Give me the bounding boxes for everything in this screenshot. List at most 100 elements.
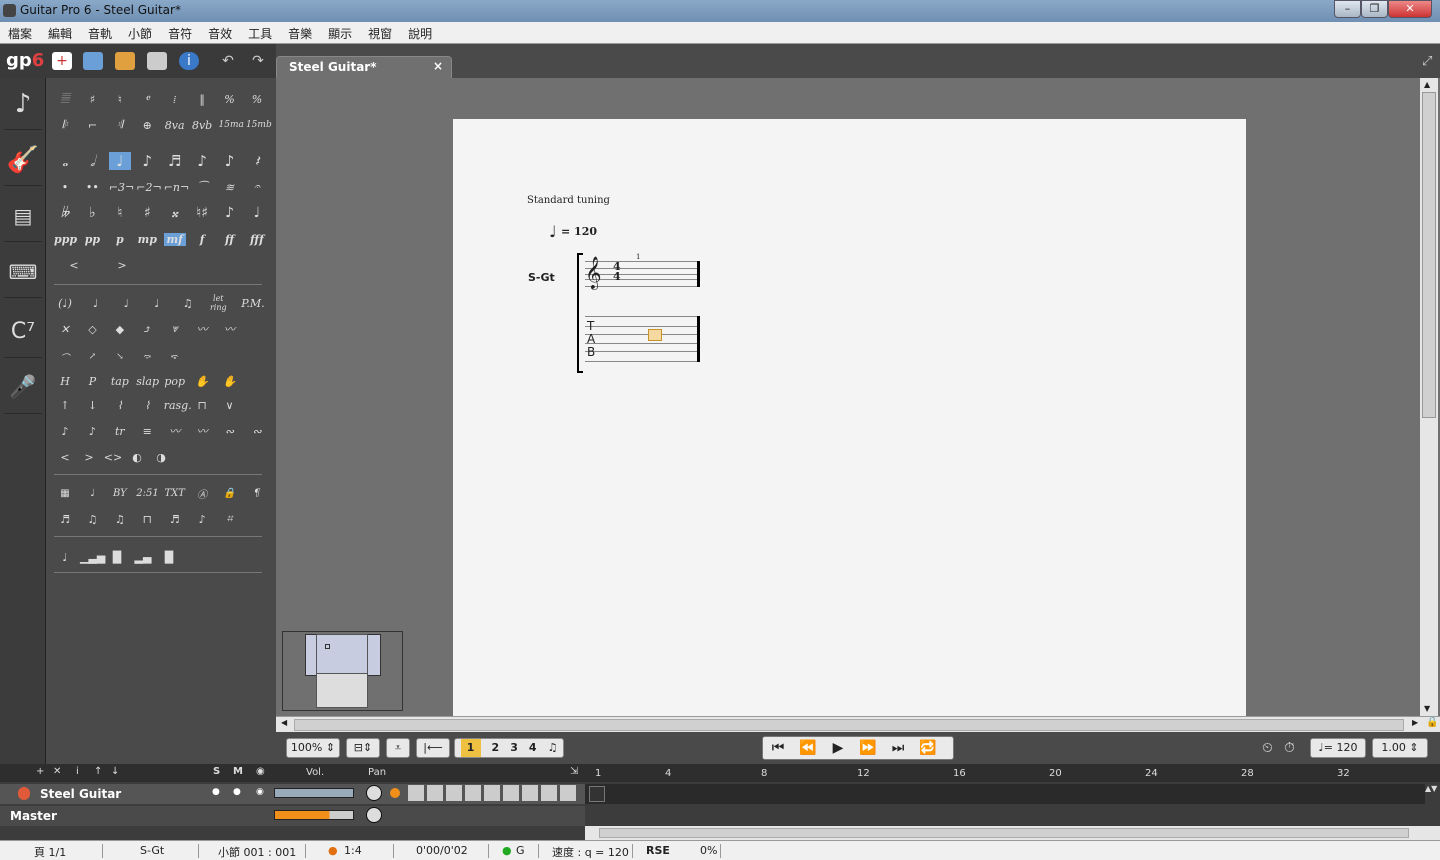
grace-before-icon[interactable]: ♪ [54, 425, 76, 438]
staccato-icon[interactable]: ♩ [146, 297, 168, 310]
let-ring-icon[interactable]: let ring [207, 294, 229, 312]
wah-icon[interactable]: ◐ [126, 451, 148, 464]
slide4-icon[interactable]: ⤼ [136, 352, 158, 362]
dyn-mf[interactable]: mf [163, 232, 186, 246]
view-toggle-icon[interactable]: ⩡ [386, 738, 410, 758]
visible-toggle[interactable]: ◉ [256, 787, 264, 797]
auto4-icon[interactable]: ⊓ [136, 513, 158, 526]
next-bar-icon[interactable]: ⏩ [853, 737, 883, 759]
arpeggio-down-icon[interactable]: ⌇ [136, 399, 158, 412]
add-track-icon[interactable]: + [36, 766, 44, 777]
auto6-icon[interactable]: ♪ [191, 513, 213, 526]
auto1-icon[interactable]: ♬ [54, 513, 76, 526]
guitar-icon[interactable]: 🎸 [4, 134, 42, 186]
lock-icon[interactable]: 🔒 [1426, 717, 1438, 728]
menu-bar-measure[interactable]: 小節 [120, 22, 160, 42]
voice-4-button[interactable]: 4 [529, 739, 537, 757]
slur-icon[interactable]: ♫ [177, 297, 199, 310]
menu-note[interactable]: 音符 [160, 22, 200, 42]
swell-icon[interactable]: <> [102, 451, 124, 464]
tracks-menu-icon[interactable]: ⇲ [570, 766, 578, 777]
timeline-bar-1[interactable] [589, 786, 605, 802]
15mb-icon[interactable]: 15mb [246, 120, 272, 130]
fade-out-icon[interactable]: > [78, 451, 100, 464]
dyn-fff[interactable]: fff [246, 233, 268, 246]
grace-icon[interactable]: ♪ [219, 205, 241, 221]
track-scroll-icon[interactable]: ▲▼ [1425, 784, 1440, 804]
slide5-icon[interactable]: ⤽ [164, 352, 186, 362]
mute-button[interactable]: ● [233, 787, 241, 797]
slide3-icon[interactable]: ↘ [109, 352, 131, 362]
vibrato3-icon[interactable]: 〰 [191, 423, 213, 439]
8va-icon[interactable]: 8va [164, 119, 186, 132]
dyn-mp[interactable]: mp [136, 233, 158, 246]
bend-icon[interactable]: ⤴ [136, 323, 158, 336]
standard-staff[interactable] [585, 261, 700, 287]
new-file-icon[interactable]: + [52, 52, 72, 70]
tremolo-picking-icon[interactable]: ≡ [136, 425, 158, 438]
grace2-icon[interactable]: ♩ [246, 205, 268, 221]
close-window-button[interactable]: ✕ [1388, 0, 1432, 18]
sharp-icon[interactable]: ♯ [136, 205, 158, 221]
dot-icon[interactable]: • [54, 181, 76, 194]
tremolo-icon[interactable]: ≋ [219, 181, 241, 194]
pick-up-icon[interactable]: ∨ [219, 399, 241, 412]
double-bar-icon[interactable]: ‖ [191, 93, 213, 106]
repeat-icon[interactable]: % [219, 93, 241, 106]
expand-icon[interactable]: ⤢ [1422, 54, 1432, 69]
section-icon[interactable]: Ⓐ [191, 486, 213, 501]
beat-text-icon[interactable]: BY [109, 488, 131, 499]
scroll-left-icon[interactable]: ◀ [281, 718, 287, 727]
dead-note-icon[interactable]: ✕ [54, 323, 76, 336]
print-icon[interactable] [147, 52, 167, 70]
pull-icon[interactable]: P [81, 375, 103, 388]
dotted-icon[interactable]: ⁞ [164, 93, 186, 106]
rse4-icon[interactable]: ▂▄ [132, 551, 154, 564]
heavy-accent-icon[interactable]: ♩ [115, 297, 137, 310]
open-file-icon[interactable] [83, 52, 103, 70]
voice-link-icon[interactable]: ♫ [548, 739, 558, 757]
auto5-icon[interactable]: ♬ [164, 513, 186, 526]
amp-icon[interactable]: ▤ [4, 190, 42, 242]
page-navigator[interactable] [282, 631, 403, 711]
artificial-harmonic-icon[interactable]: ◆ [109, 323, 131, 336]
redo-icon[interactable]: ↷ [248, 52, 268, 70]
flat-icon[interactable]: ♭ [81, 205, 103, 221]
rest-icon[interactable]: 𝄽 [246, 152, 268, 170]
dyn-f[interactable]: f [191, 233, 213, 246]
master-pan-knob[interactable] [366, 807, 382, 823]
repeat-close-icon[interactable]: 𝄇 [109, 118, 131, 132]
tab-close-icon[interactable]: × [433, 59, 443, 73]
whole-note-icon[interactable]: 𝅝 [54, 152, 76, 170]
menu-music[interactable]: 音樂 [280, 22, 320, 42]
inverted-turn-icon[interactable]: ∾ [246, 425, 268, 438]
track-info-icon[interactable]: i [76, 766, 79, 777]
natural-icon[interactable]: ♮ [109, 205, 131, 221]
solo-button[interactable]: ● [212, 787, 220, 797]
horizontal-scroll-thumb[interactable] [294, 719, 1404, 731]
speed-field[interactable]: 1.00 ⇕ [1372, 738, 1428, 758]
microphone-icon[interactable]: 🎤 [4, 362, 42, 414]
auto7-icon[interactable]: ⌗ [219, 512, 241, 526]
rse3-icon[interactable]: ▐▌ [106, 551, 128, 564]
chord-diagram-icon[interactable]: ▦ [54, 488, 76, 499]
tempo-field[interactable]: ♩= 120 [1310, 738, 1366, 758]
dyn-ff[interactable]: ff [219, 233, 241, 246]
staff-select[interactable]: |⟵ [416, 738, 450, 758]
track-name[interactable]: Steel Guitar [40, 787, 121, 801]
voice-1-button[interactable]: 1 [460, 739, 481, 757]
arpeggio-up-icon[interactable]: ⌇ [109, 399, 131, 412]
dyn-ppp[interactable]: ppp [54, 233, 77, 246]
grace-on-icon[interactable]: ♪ [81, 425, 103, 438]
wah2-icon[interactable]: ◑ [150, 451, 172, 464]
crescendo-icon[interactable]: < [54, 259, 94, 272]
keyboard-icon[interactable]: ⌨ [4, 246, 42, 298]
save-file-icon[interactable] [115, 52, 135, 70]
move-up-icon[interactable]: ↑ [94, 766, 102, 777]
upstroke-icon[interactable]: ↑ [54, 399, 76, 412]
effect-knobs[interactable] [408, 785, 578, 801]
move-down-icon[interactable]: ↓ [111, 766, 119, 777]
auto3-icon[interactable]: ♫ [109, 513, 131, 526]
hammer-icon[interactable]: H [54, 375, 76, 388]
last-bar-icon[interactable]: ⏭ [883, 737, 913, 759]
